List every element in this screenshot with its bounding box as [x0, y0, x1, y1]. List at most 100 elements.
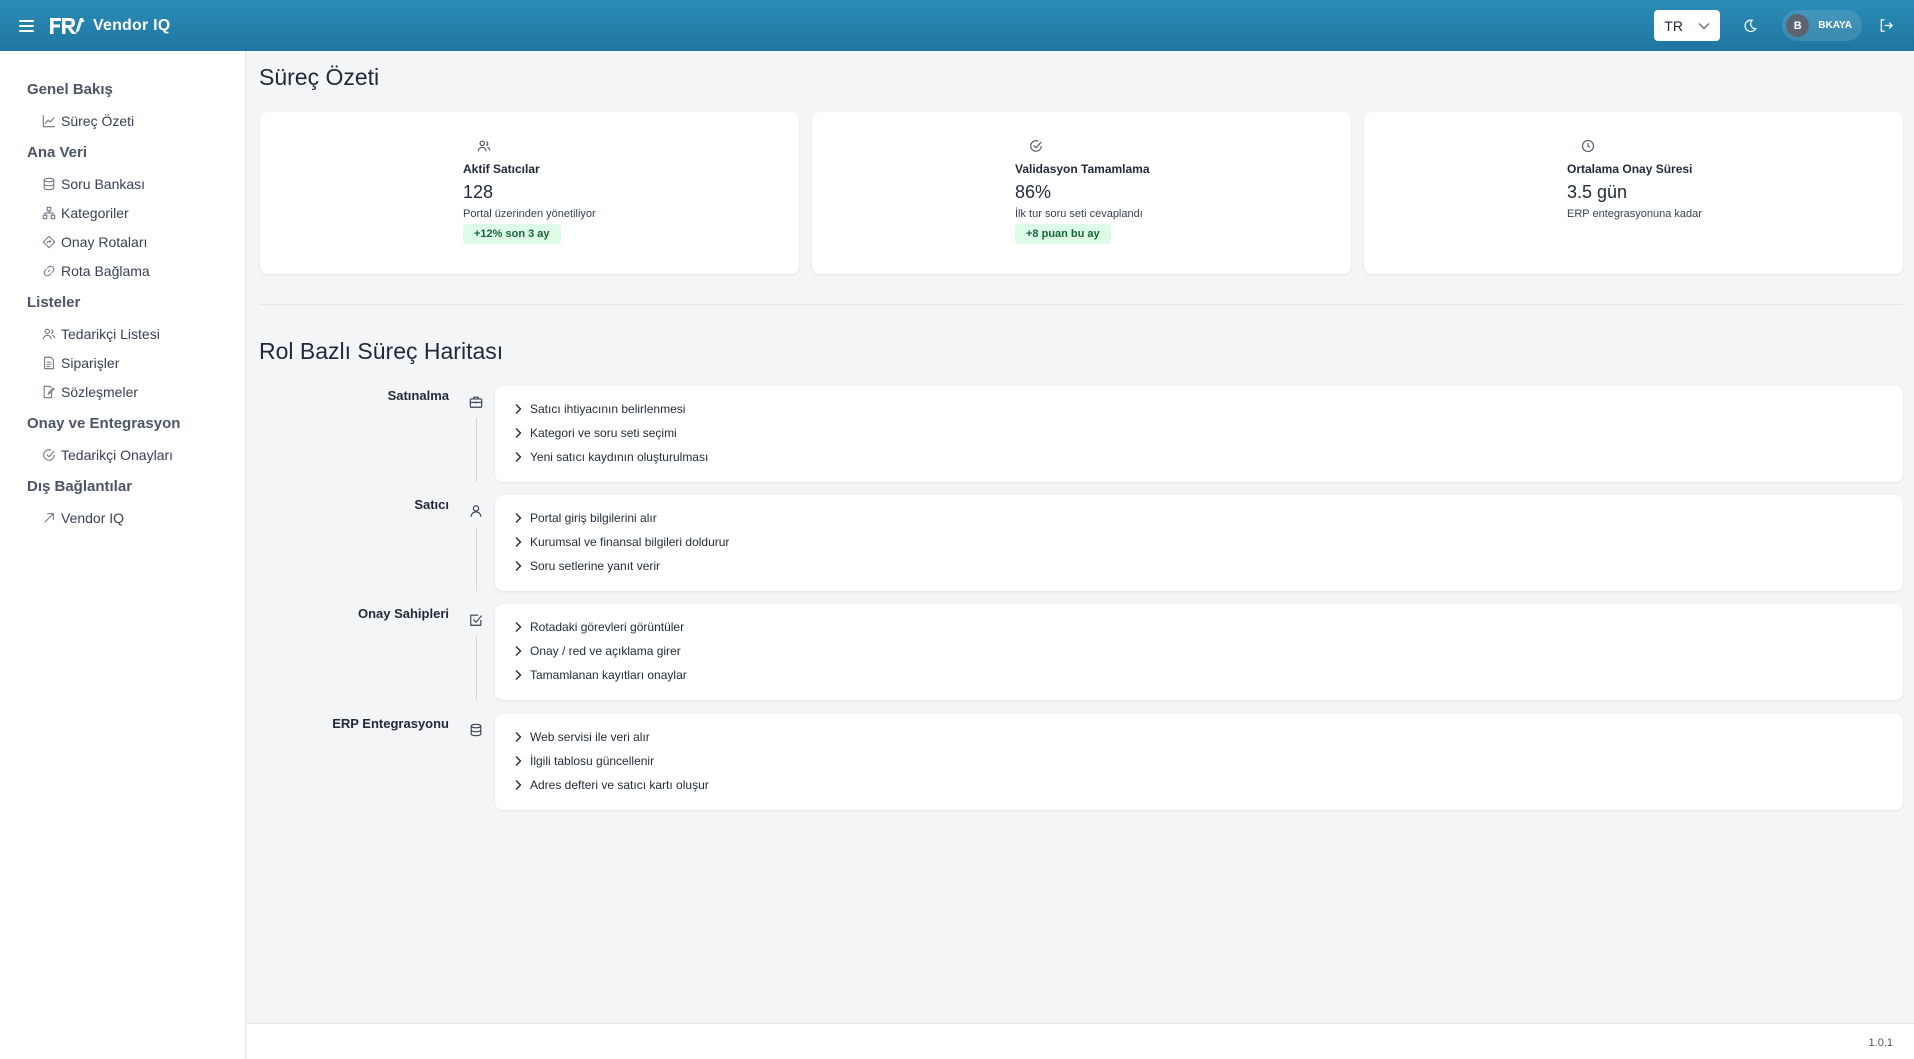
- sidebar-item-onay-rotalari[interactable]: Onay Rotaları: [0, 231, 245, 253]
- kpi-subtitle: Portal üzerinden yönetiliyor: [463, 208, 596, 220]
- logout-button[interactable]: [1876, 16, 1896, 36]
- step-label: Kategori ve soru seti seçimi: [530, 426, 677, 440]
- kpi-label: Validasyon Tamamlama: [1015, 162, 1150, 176]
- chevron-right-icon: [515, 780, 522, 790]
- kpi-card-active-vendors: Aktif Satıcılar 128 Portal üzerinden yön…: [260, 112, 799, 274]
- document-icon: [44, 356, 54, 370]
- timeline-connector: [476, 418, 477, 482]
- kpi-trend-badge: +8 puan bu ay: [1015, 224, 1111, 244]
- sidebar-item-label: Tedarikçi Onayları: [61, 447, 174, 463]
- process-step[interactable]: Onay / red ve açıklama girer: [495, 639, 1903, 663]
- kpi-card-approval-time: Ortalama Onay Süresi 3.5 gün ERP entegra…: [1364, 112, 1903, 274]
- route-icon: [42, 235, 56, 249]
- timeline-connector: [476, 527, 477, 591]
- chevron-right-icon: [515, 646, 522, 656]
- process-step[interactable]: Kategori ve soru seti seçimi: [495, 421, 1903, 445]
- step-label: Portal giriş bilgilerini alır: [530, 511, 657, 525]
- role-row-erp: ERP Entegrasyonu Web servisi ile veri al…: [247, 714, 1914, 810]
- sidebar-item-label: Vendor IQ: [61, 510, 125, 526]
- briefcase-icon: [469, 396, 483, 408]
- link-icon: [43, 265, 55, 277]
- kpi-value: 86%: [1015, 182, 1052, 202]
- sidebar-item-label: Soru Bankası: [61, 176, 146, 192]
- step-label: Tamamlanan kayıtları onaylar: [530, 668, 687, 682]
- process-step[interactable]: İlgili tablosu güncellenir: [495, 749, 1903, 773]
- step-label: Kurumsal ve finansal bilgileri doldurur: [530, 535, 730, 549]
- process-step[interactable]: Soru setlerine yanıt verir: [495, 554, 1903, 578]
- step-label: İlgili tablosu güncellenir: [530, 754, 655, 768]
- language-value: TR: [1664, 17, 1683, 34]
- external-arrow-icon: [44, 513, 54, 523]
- top-bar: Vendor IQ TR B BKAYA: [0, 0, 1914, 51]
- step-label: Soru setlerine yanıt verir: [530, 559, 661, 573]
- nav-group-overview: Genel Bakış: [27, 81, 113, 98]
- step-label: Onay / red ve açıklama girer: [530, 644, 681, 658]
- user-icon: [470, 505, 482, 517]
- process-step[interactable]: Adres defteri ve satıcı kartı oluşur: [495, 773, 1903, 797]
- role-steps-card: Web servisi ile veri alır İlgili tablosu…: [495, 714, 1903, 810]
- sidebar-item-kategoriler[interactable]: Kategoriler: [0, 202, 245, 224]
- process-step[interactable]: Yeni satıcı kaydının oluşturulması: [495, 445, 1903, 469]
- sidebar-item-label: Tedarikçi Listesi: [61, 326, 160, 342]
- role-row-satinalma: Satınalma Satıcı ihtiyacının belirlenmes…: [247, 386, 1914, 482]
- sidebar-item-label: Rota Bağlama: [61, 263, 150, 279]
- sidebar-item-sozlesmeler[interactable]: Sözleşmeler: [0, 381, 245, 403]
- sidebar-item-surec-ozeti[interactable]: Süreç Özeti: [0, 110, 245, 132]
- role-row-onay-sahipleri: Onay Sahipleri Rotadaki görevleri görünt…: [247, 604, 1914, 700]
- process-step[interactable]: Portal giriş bilgilerini alır: [495, 506, 1903, 530]
- chart-line-icon: [42, 115, 55, 128]
- user-menu[interactable]: B BKAYA: [1782, 10, 1862, 41]
- section-title: Rol Bazlı Süreç Haritası: [259, 338, 504, 364]
- step-label: Rotadaki görevleri görüntüler: [530, 620, 685, 634]
- checkbox-icon: [470, 614, 483, 626]
- app-version: 1.0.1: [1868, 1037, 1893, 1049]
- process-step[interactable]: Tamamlanan kayıtları onaylar: [495, 663, 1903, 687]
- check-circle-icon: [1030, 140, 1042, 152]
- role-name: ERP Entegrasyonu: [332, 716, 449, 731]
- sidebar-item-soru-bankasi[interactable]: Soru Bankası: [0, 173, 245, 195]
- step-label: Web servisi ile veri alır: [530, 730, 650, 744]
- process-step[interactable]: Satıcı ihtiyacının belirlenmesi: [495, 397, 1903, 421]
- hierarchy-icon: [42, 206, 56, 220]
- sidebar-item-label: Kategoriler: [61, 205, 129, 221]
- role-name: Onay Sahipleri: [357, 606, 449, 621]
- sidebar-item-siparisler[interactable]: Siparişler: [0, 352, 245, 374]
- role-steps-card: Satıcı ihtiyacının belirlenmesi Kategori…: [495, 386, 1903, 482]
- process-step[interactable]: Kurumsal ve finansal bilgileri doldurur: [495, 530, 1903, 554]
- chevron-right-icon: [515, 452, 522, 462]
- sidebar-item-label: Süreç Özeti: [61, 113, 135, 129]
- user-name: BKAYA: [1818, 20, 1852, 31]
- kpi-label: Ortalama Onay Süresi: [1567, 162, 1693, 176]
- chevron-right-icon: [515, 537, 522, 547]
- chevron-right-icon: [515, 670, 522, 680]
- sidebar-item-tedarikci-onaylari[interactable]: Tedarikçi Onayları: [0, 444, 245, 466]
- sidebar-item-tedarikci-listesi[interactable]: Tedarikçi Listesi: [0, 323, 245, 345]
- language-select[interactable]: TR: [1654, 10, 1721, 41]
- section-divider: [259, 304, 1903, 305]
- step-label: Adres defteri ve satıcı kartı oluşur: [530, 778, 709, 792]
- role-steps-card: Rotadaki görevleri görüntüler Onay / red…: [495, 604, 1903, 700]
- sidebar-item-label: Sözleşmeler: [61, 384, 139, 400]
- role-steps-card: Portal giriş bilgilerini alır Kurumsal v…: [495, 495, 1903, 591]
- nav-group-lists: Listeler: [27, 294, 81, 311]
- kpi-trend-badge: +12% son 3 ay: [463, 224, 561, 244]
- nav-group-approval: Onay ve Entegrasyon: [27, 415, 181, 432]
- sidebar-item-rota-baglama[interactable]: Rota Bağlama: [0, 260, 245, 282]
- brand-name: Vendor IQ: [93, 16, 171, 34]
- role-row-satici: Satıcı Portal giriş bilgilerini alır Kur…: [247, 495, 1914, 591]
- chevron-down-icon: [1698, 22, 1710, 29]
- step-label: Yeni satıcı kaydının oluşturulması: [530, 450, 709, 464]
- check-circle-icon: [43, 449, 55, 461]
- menu-icon[interactable]: [19, 19, 35, 32]
- sidebar: Genel Bakış Süreç Özeti Ana Veri Soru Ba…: [0, 51, 246, 1059]
- timeline-connector: [476, 636, 477, 700]
- kpi-subtitle: ERP entegrasyonuna kadar: [1567, 208, 1702, 220]
- kpi-value: 128: [463, 182, 494, 202]
- chevron-right-icon: [515, 561, 522, 571]
- dark-mode-toggle[interactable]: [1740, 16, 1760, 36]
- process-step[interactable]: Web servisi ile veri alır: [495, 725, 1903, 749]
- sidebar-item-vendor-iq[interactable]: Vendor IQ: [0, 507, 245, 529]
- chevron-right-icon: [515, 622, 522, 632]
- process-step[interactable]: Rotadaki görevleri görüntüler: [495, 615, 1903, 639]
- role-name: Satıcı: [414, 497, 449, 512]
